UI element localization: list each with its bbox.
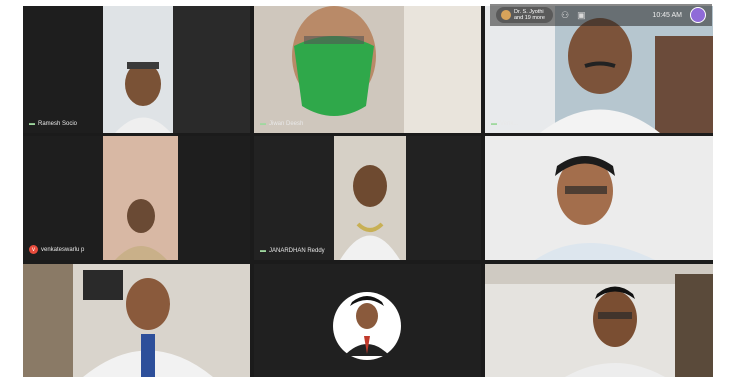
participant-name: v venkateswarlu p [29, 245, 84, 254]
chat-icon[interactable]: ▣ [577, 10, 586, 21]
call-top-bar: Dr. S. Jyothi and 19 more ⚇ ▣ 10:45 AM [490, 4, 712, 26]
participant-name: ▬ JANARDHAN Reddy [260, 248, 325, 254]
presenter-avatar [501, 10, 511, 20]
mic-muted-icon: ▬ [491, 121, 497, 127]
participant-name: ▬ Ramesh Socio [29, 121, 78, 127]
mic-muted-icon: ▬ [29, 121, 35, 127]
people-icon[interactable]: ⚇ [561, 10, 569, 21]
participant-tile-6[interactable] [485, 136, 713, 260]
participant-tile-9[interactable] [485, 264, 713, 377]
video-frame [485, 136, 713, 260]
participant-name: ▬ Jiwan Deesh [260, 121, 304, 127]
video-frame [254, 6, 481, 133]
participant-avatar: v [29, 245, 38, 254]
mic-muted-icon: ▬ [260, 248, 266, 254]
video-frame [23, 136, 250, 260]
participant-tile-8[interactable] [254, 264, 481, 377]
clock: 10:45 AM [652, 11, 682, 19]
account-avatar-icon[interactable] [690, 7, 706, 23]
participant-tile-2[interactable]: ▬ Jiwan Deesh [254, 6, 481, 133]
participant-name: ▬ Venk... [491, 121, 519, 127]
video-frame [254, 136, 481, 260]
video-frame [23, 6, 250, 133]
participant-grid: ▬ Ramesh Socio ▬ Jiwan Deesh ▬ Venk... v… [23, 6, 713, 377]
video-call-screen: ▬ Ramesh Socio ▬ Jiwan Deesh ▬ Venk... v… [0, 0, 737, 380]
presenter-pill[interactable]: Dr. S. Jyothi and 19 more [496, 6, 553, 24]
participant-tile-7[interactable] [23, 264, 250, 377]
video-frame [254, 264, 481, 377]
participant-tile-4[interactable]: v venkateswarlu p [23, 136, 250, 260]
mic-muted-icon: ▬ [260, 121, 266, 127]
video-frame [23, 264, 250, 377]
participant-tile-1[interactable]: ▬ Ramesh Socio [23, 6, 250, 133]
video-frame [485, 264, 713, 377]
participant-tile-5[interactable]: ▬ JANARDHAN Reddy [254, 136, 481, 260]
